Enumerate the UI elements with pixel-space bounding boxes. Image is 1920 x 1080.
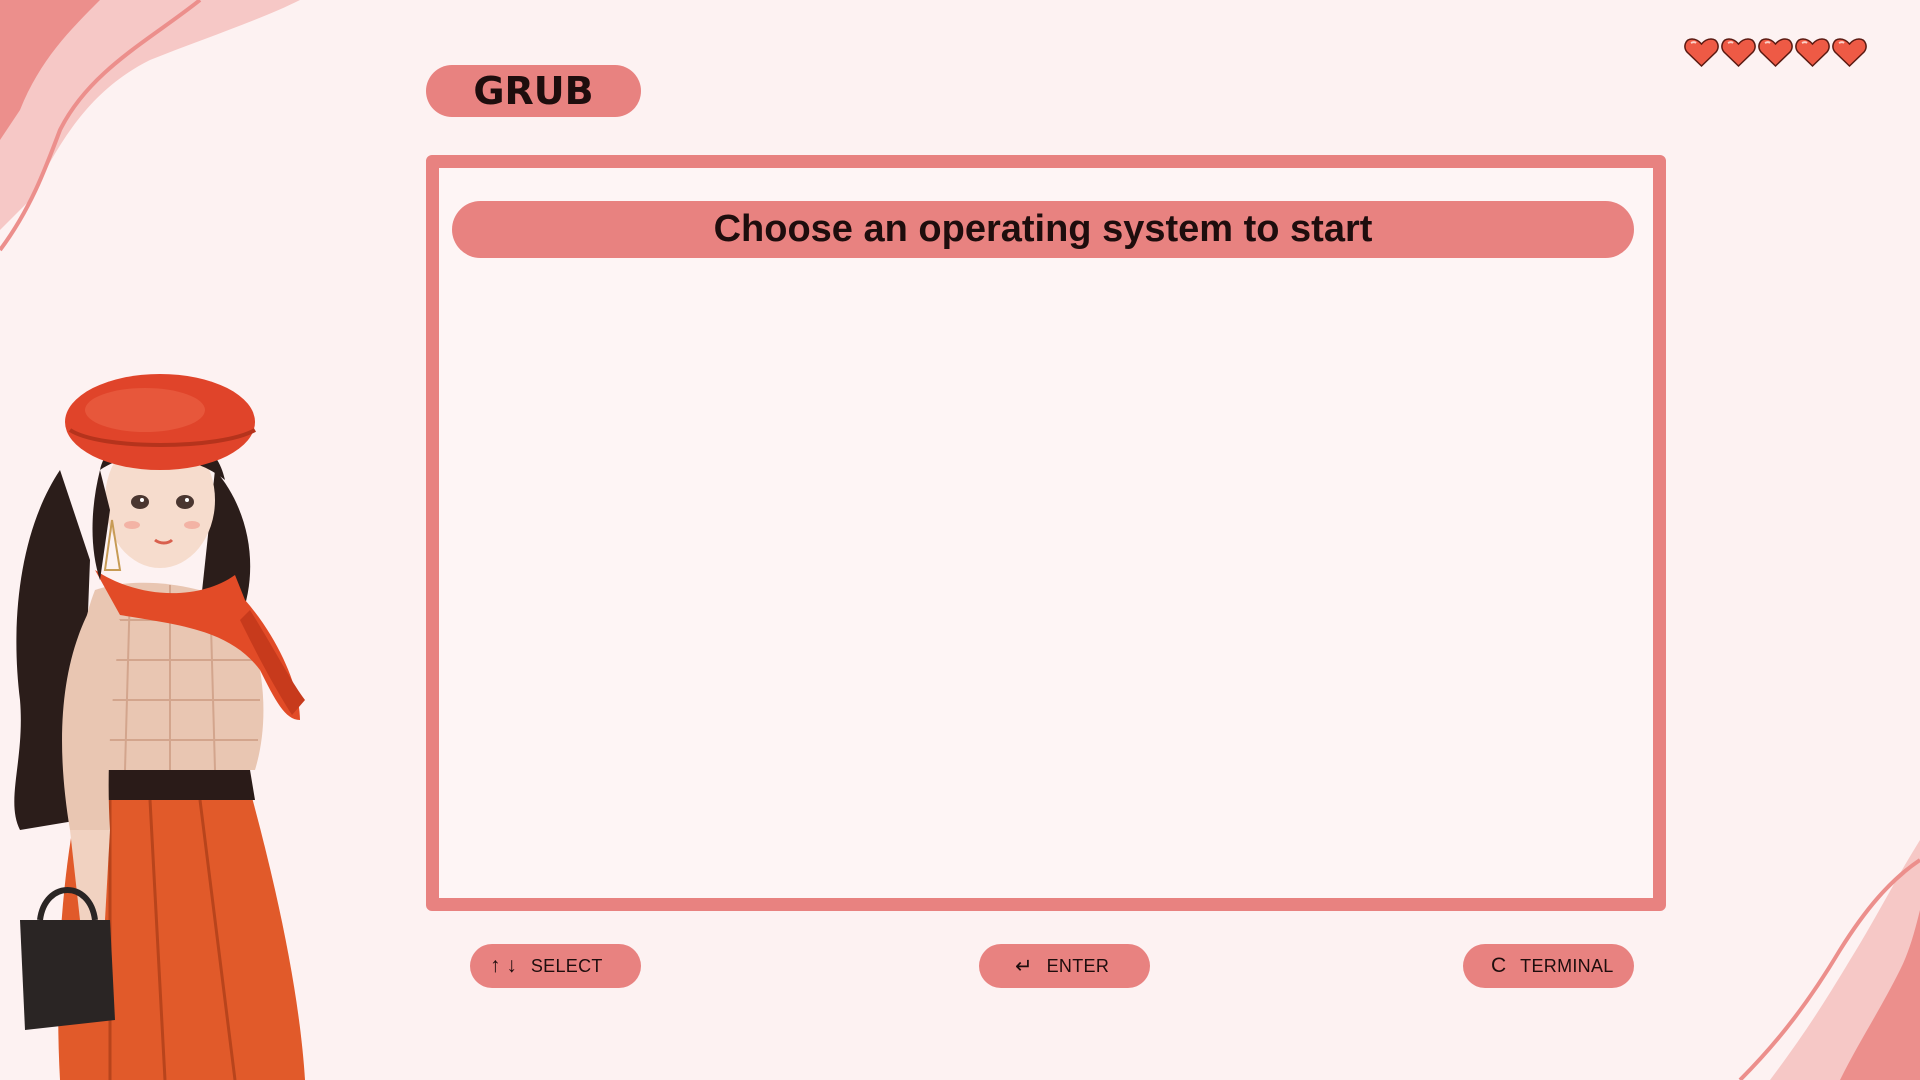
heart-icon (1758, 38, 1793, 68)
boot-entries-list[interactable] (452, 278, 1634, 878)
decorative-swirl-top-left (0, 0, 300, 252)
grub-title: GRUB (426, 65, 641, 117)
select-hint: ↑ ↓ SELECT (470, 944, 641, 988)
heart-icon (1684, 38, 1719, 68)
heart-icon (1832, 38, 1867, 68)
boot-menu-header: Choose an operating system to start (452, 201, 1634, 258)
boot-menu-header-text: Choose an operating system to start (713, 208, 1373, 250)
select-hint-label: SELECT (530, 955, 603, 976)
enter-hint-label: ENTER (1046, 955, 1110, 976)
enter-hint: ↵ ENTER (979, 944, 1150, 988)
decorative-swirl-bottom-right (1738, 840, 1920, 1080)
c-key-icon: C (1491, 954, 1507, 977)
anime-girl-illustration (14, 374, 306, 1080)
lives-hearts (1684, 36, 1867, 68)
terminal-hint: C TERMINAL (1463, 944, 1634, 988)
grub-title-text: GRUB (473, 69, 594, 113)
heart-icon (1795, 38, 1830, 68)
enter-key-icon: ↵ (1015, 954, 1033, 978)
terminal-hint-label: TERMINAL (1520, 955, 1614, 976)
boot-menu-frame: Choose an operating system to start (426, 155, 1666, 911)
heart-icon (1721, 38, 1756, 68)
arrow-keys-icon: ↑ ↓ (490, 954, 517, 977)
